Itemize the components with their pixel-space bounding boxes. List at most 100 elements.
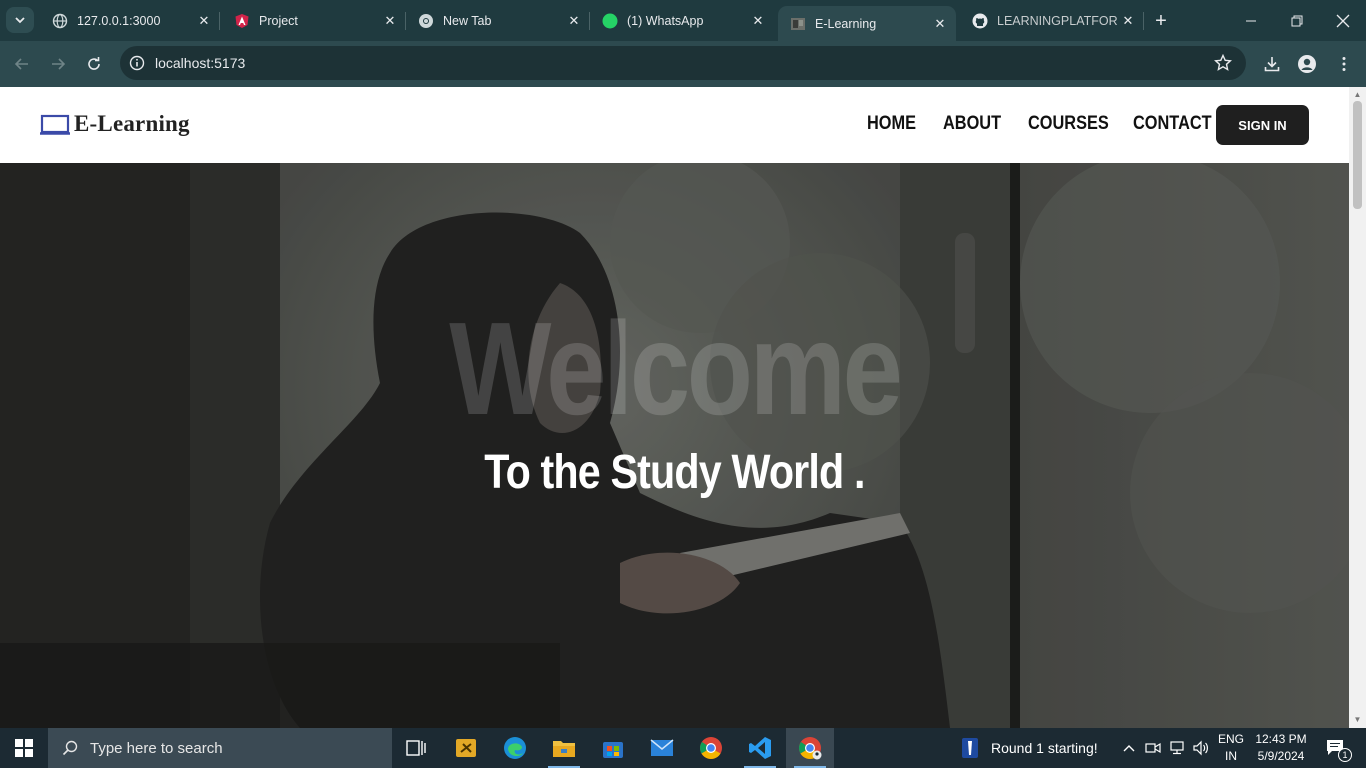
nav-home-link[interactable]: HOME: [867, 113, 916, 135]
game-app-icon: [962, 738, 978, 758]
github-icon: [972, 13, 988, 29]
nav-about-link[interactable]: ABOUT: [943, 113, 1001, 135]
browser-tab[interactable]: LEARNINGPLATFORM ✕: [960, 0, 1144, 41]
vscode-icon: [749, 737, 771, 759]
browser-tab[interactable]: 127.0.0.1:3000 ✕: [40, 0, 220, 41]
nav-contact-link[interactable]: CONTACT: [1133, 113, 1212, 135]
taskbar-app-mail[interactable]: [638, 728, 686, 768]
restore-icon: [1291, 15, 1303, 26]
profile-icon: [1298, 55, 1316, 73]
address-bar[interactable]: localhost:5173: [120, 46, 1246, 80]
site-info-icon[interactable]: [129, 55, 145, 71]
angular-icon: [234, 13, 250, 29]
browser-tab-strip: 127.0.0.1:3000 ✕ Project ✕ New Tab ✕ (1)…: [0, 0, 1366, 41]
taskbar-app-chrome-active[interactable]: [786, 728, 834, 768]
language-region: IN: [1225, 749, 1237, 763]
scroll-up-icon[interactable]: ▲: [1353, 90, 1362, 99]
tab-title: E-Learning: [815, 16, 877, 31]
whatsapp-icon: [602, 13, 618, 29]
volume-button[interactable]: [1190, 728, 1212, 768]
clock[interactable]: 12:43 PM 5/9/2024: [1252, 731, 1310, 765]
sign-in-button[interactable]: SIGN IN: [1216, 105, 1309, 145]
window-close-button[interactable]: [1320, 0, 1366, 41]
network-icon: [1170, 741, 1184, 755]
meet-now-button[interactable]: [1142, 728, 1164, 768]
task-view-icon: [406, 740, 426, 756]
downloads-button[interactable]: [1257, 49, 1287, 79]
mail-icon: [650, 739, 674, 756]
task-view-button[interactable]: [392, 728, 440, 768]
hero-title: Welcome: [449, 295, 903, 442]
camera-icon: [1145, 742, 1161, 754]
brand-logo[interactable]: E-Learning: [40, 111, 190, 137]
bookmark-star-icon[interactable]: [1214, 54, 1232, 72]
minimize-button[interactable]: [1228, 0, 1274, 41]
back-button[interactable]: [7, 49, 37, 79]
profile-button[interactable]: [1292, 49, 1322, 79]
restore-button[interactable]: [1274, 0, 1320, 41]
chrome-profile-icon: [799, 737, 822, 760]
notification-text[interactable]: Round 1 starting!: [991, 740, 1098, 756]
taskbar-app-store[interactable]: [589, 728, 637, 768]
scroll-down-icon[interactable]: ▼: [1353, 715, 1362, 724]
network-button[interactable]: [1166, 728, 1188, 768]
close-icon[interactable]: ✕: [930, 14, 950, 34]
taskbar-search-box[interactable]: Type here to search: [48, 728, 392, 768]
start-button[interactable]: [0, 728, 48, 768]
browser-tab[interactable]: New Tab ✕: [406, 0, 590, 41]
chevron-up-icon: [1123, 745, 1135, 752]
laptop-icon: [40, 114, 70, 135]
hero-section: Welcome To the Study World .: [0, 163, 1349, 728]
browser-tab[interactable]: Project ✕: [222, 0, 406, 41]
close-icon[interactable]: ✕: [194, 11, 214, 31]
taskbar-app-tools[interactable]: [442, 728, 490, 768]
notification-app-icon[interactable]: [948, 728, 992, 768]
windows-logo-icon: [15, 739, 33, 757]
site-navbar: E-Learning HOME ABOUT COURSES CONTACT SI…: [0, 87, 1349, 163]
site-thumbnail-icon: [790, 16, 806, 32]
scrollbar-thumb[interactable]: [1353, 101, 1362, 209]
tab-title: Project: [259, 13, 298, 28]
browser-tab-active[interactable]: E-Learning ✕: [778, 6, 956, 41]
taskbar-app-edge[interactable]: [491, 728, 539, 768]
forward-button[interactable]: [43, 49, 73, 79]
reload-button[interactable]: [79, 49, 109, 79]
speaker-icon: [1193, 740, 1208, 756]
download-icon: [1264, 57, 1280, 72]
taskbar-app-chrome[interactable]: [687, 728, 735, 768]
show-hidden-icons-button[interactable]: [1118, 728, 1140, 768]
close-icon[interactable]: ✕: [748, 11, 768, 31]
browser-tab[interactable]: (1) WhatsApp ✕: [590, 0, 774, 41]
tools-app-icon: [456, 739, 476, 757]
arrow-right-icon: [52, 58, 66, 70]
taskbar-app-vscode[interactable]: [736, 728, 784, 768]
edge-icon: [504, 737, 526, 759]
page-scrollbar[interactable]: ▲ ▼: [1349, 87, 1366, 728]
tab-title: 127.0.0.1:3000: [77, 13, 161, 28]
tab-divider: [1143, 12, 1144, 30]
language-indicator[interactable]: ENG IN: [1214, 731, 1248, 765]
nav-courses-link[interactable]: COURSES: [1028, 113, 1109, 135]
close-icon[interactable]: ✕: [1118, 11, 1138, 31]
clock-date: 5/9/2024: [1257, 749, 1305, 763]
action-center-button[interactable]: 1: [1318, 728, 1354, 768]
clock-time: 12:43 PM: [1255, 732, 1307, 746]
close-icon[interactable]: ✕: [380, 11, 400, 31]
minimize-icon: [1246, 20, 1256, 21]
page-viewport: E-Learning HOME ABOUT COURSES CONTACT SI…: [0, 87, 1366, 728]
chevron-down-icon: [15, 17, 25, 24]
new-tab-button[interactable]: +: [1148, 8, 1174, 34]
globe-icon: [52, 13, 68, 29]
tab-search-button[interactable]: [6, 7, 34, 33]
tab-title: (1) WhatsApp: [627, 13, 704, 28]
close-icon[interactable]: ✕: [564, 11, 584, 31]
tab-title: New Tab: [443, 13, 492, 28]
browser-toolbar: localhost:5173: [0, 41, 1366, 87]
browser-menu-button[interactable]: [1329, 49, 1359, 79]
folder-icon: [553, 741, 575, 757]
chrome-icon: [418, 13, 434, 29]
taskbar-app-file-explorer[interactable]: [540, 728, 588, 768]
language-code: ENG: [1217, 732, 1244, 746]
tab-title: LEARNINGPLATFORM: [997, 13, 1118, 28]
windows-taskbar: Type here to search Round 1 starting! EN…: [0, 728, 1366, 768]
